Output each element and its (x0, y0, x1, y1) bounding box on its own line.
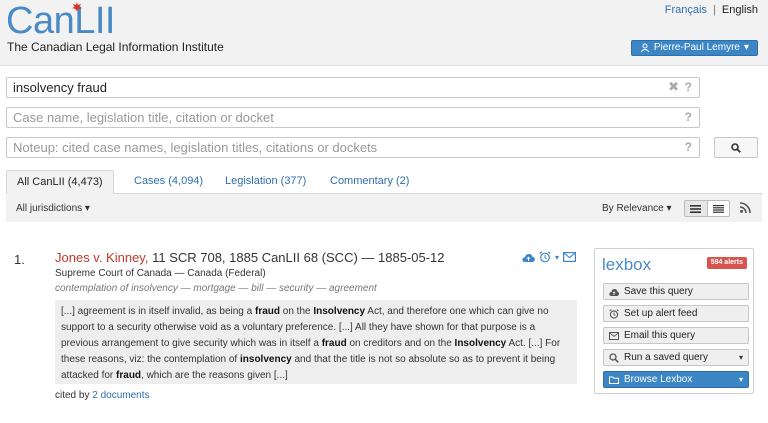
highlight-term: fraud (255, 306, 280, 317)
language-switcher: Français | English (665, 4, 758, 16)
chevron-down-icon: ▾ (738, 353, 743, 362)
search-button[interactable] (714, 137, 758, 158)
lang-french-link[interactable]: Français (665, 4, 707, 16)
chevron-down-icon[interactable]: ▾ (555, 253, 559, 262)
excerpt-text: , which are the reasons given [...] (141, 370, 288, 381)
cited-by: cited by 2 documents (55, 390, 150, 401)
site-header: CanLII The Canadian Legal Information In… (0, 0, 768, 66)
query-input[interactable] (7, 78, 647, 97)
alarm-clock-icon[interactable] (539, 251, 551, 263)
maple-leaf-icon (72, 2, 82, 11)
search-icon (609, 353, 619, 363)
lang-separator: | (713, 4, 716, 16)
chevron-down-icon: ▾ (743, 42, 749, 53)
run-saved-query-button[interactable]: Run a saved query ▾ (603, 349, 749, 366)
lexbox-panel: lexbox 594 alerts Save this query Set up… (594, 248, 754, 394)
highlight-term: Insolvency (454, 338, 507, 349)
envelope-icon (609, 332, 619, 340)
envelope-icon[interactable] (563, 252, 577, 262)
excerpt-text: on the (280, 306, 314, 317)
compact-view-icon (712, 204, 724, 213)
tab-legislation[interactable]: Legislation (377) (215, 170, 316, 194)
compact-view-button[interactable] (708, 201, 730, 216)
rss-button[interactable] (739, 202, 751, 216)
result-excerpt: [...] agreement is in itself invalid, as… (55, 300, 577, 384)
rss-icon (739, 202, 751, 214)
case-topics: contemplation of insolvency — mortgage —… (55, 283, 377, 294)
highlight-term: fraud (116, 370, 142, 381)
query-help-icon[interactable]: ? (685, 80, 692, 94)
folder-icon (609, 376, 619, 384)
result-title: Jones v. Kinney, 11 SCR 708, 1885 CanLII… (55, 250, 445, 265)
highlight-term: insolvency (240, 354, 292, 365)
noteup-input[interactable] (7, 138, 647, 157)
case-citation: 11 SCR 708, 1885 CanLII 68 (SCC) — 1885-… (148, 250, 445, 265)
court-jurisdiction: Supreme Court of Canada — Canada (Federa… (55, 268, 266, 279)
case-name-input[interactable] (7, 108, 647, 127)
tab-commentary[interactable]: Commentary (2) (320, 170, 419, 194)
case-name-link[interactable]: Jones v. Kinney, (55, 250, 148, 265)
view-toggle (684, 200, 730, 217)
user-group-icon (640, 43, 650, 53)
chevron-down-icon: ▾ (666, 203, 672, 214)
user-menu-button[interactable]: Pierre-Paul Lemyre ▾ (630, 40, 758, 56)
tab-all-canlii[interactable]: All CanLII (4,473) (6, 170, 114, 194)
email-query-button[interactable]: Email this query (603, 327, 749, 344)
list-view-icon (690, 204, 702, 213)
site-tagline: The Canadian Legal Information Institute (7, 40, 224, 54)
highlight-term: Insolvency (313, 306, 366, 317)
highlight-term: fraud (321, 338, 347, 349)
excerpt-text: on creditors and on the (346, 338, 455, 349)
search-icon (731, 142, 741, 153)
case-name-help-icon[interactable]: ? (685, 110, 692, 124)
user-name: Pierre-Paul Lemyre (653, 42, 740, 53)
alert-feed-button[interactable]: Set up alert feed (603, 305, 749, 322)
noteup-help-icon[interactable]: ? (685, 140, 692, 154)
sort-dropdown[interactable]: By Relevance ▾ (602, 203, 672, 214)
alarm-clock-icon (609, 309, 619, 319)
query-field: ✖ ? (6, 77, 700, 98)
cited-documents-link[interactable]: 2 documents (92, 390, 149, 401)
clear-icon[interactable]: ✖ (668, 79, 679, 95)
chevron-down-icon: ▾ (84, 203, 90, 214)
lexbox-logo: lexbox (602, 255, 652, 274)
save-query-button[interactable]: Save this query (603, 283, 749, 300)
canlii-logo[interactable]: CanLII (6, 0, 115, 42)
lang-english-current: English (721, 4, 758, 16)
cloud-upload-icon (609, 289, 619, 296)
list-view-button[interactable] (685, 201, 708, 216)
tab-cases[interactable]: Cases (4,094) (124, 170, 213, 194)
excerpt-text: [...] agreement is in itself invalid, as… (61, 306, 255, 317)
case-name-field: ? (6, 107, 700, 128)
result-number: 1. (14, 252, 25, 267)
noteup-field: ? (6, 137, 700, 158)
result-actions: ▾ (522, 251, 577, 263)
result-tabs: All CanLII (4,473) Cases (4,094) Legisla… (6, 170, 762, 194)
jurisdictions-dropdown[interactable]: All jurisdictions ▾ (16, 203, 90, 214)
cloud-upload-icon[interactable] (522, 252, 535, 263)
chevron-down-icon: ▾ (738, 375, 743, 384)
filter-bar: All jurisdictions ▾ By Relevance ▾ (6, 194, 762, 222)
alerts-badge[interactable]: 594 alerts (706, 257, 747, 269)
browse-lexbox-button[interactable]: Browse Lexbox ▾ (603, 371, 749, 388)
